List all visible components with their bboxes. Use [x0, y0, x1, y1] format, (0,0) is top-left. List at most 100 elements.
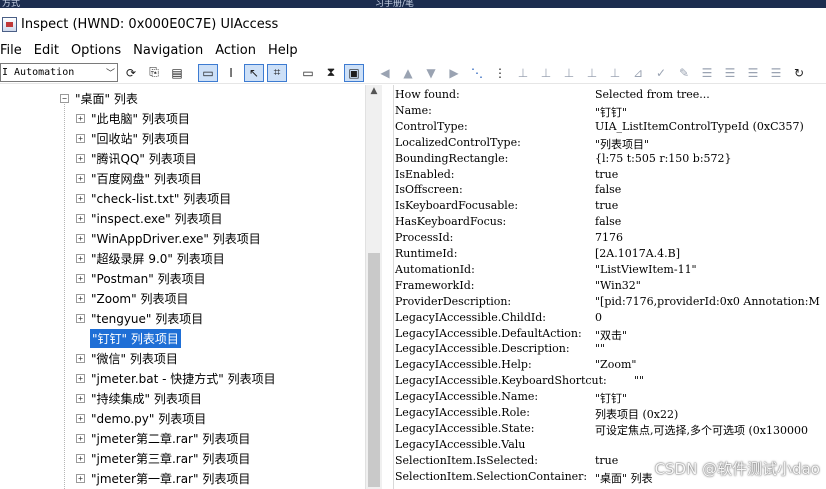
nav-back-icon[interactable]: ◀ [375, 64, 395, 82]
parent-icon[interactable]: ⊥ [513, 64, 533, 82]
vertical-dots-icon[interactable]: ⋮ [490, 64, 510, 82]
prev-sibling-icon[interactable]: ⊥ [582, 64, 602, 82]
nav-forward-icon[interactable]: ▶ [444, 64, 464, 82]
scroll-up-icon[interactable]: ▲ [366, 86, 382, 100]
pane-splitter[interactable] [382, 85, 394, 489]
property-row[interactable]: ProcessId: 7176 [394, 231, 826, 247]
property-row[interactable]: Name: "钉钉" [394, 104, 826, 120]
expand-icon[interactable]: + [76, 253, 85, 263]
property-row[interactable]: LegacyIAccessible.ChildId: 0 [394, 311, 826, 327]
tree-node-list-item[interactable]: + "jmeter第二章.rar" 列表项目 [76, 428, 252, 448]
expand-icon[interactable]: + [76, 313, 85, 323]
show-highlight-icon[interactable]: ⌗ [267, 63, 287, 82]
hourglass-icon[interactable]: ⧗ [321, 64, 341, 82]
tree-node-list-item[interactable]: + "tengyue" 列表项目 [76, 308, 205, 328]
tree-node-list-item[interactable]: + "回收站" 列表项目 [76, 128, 192, 148]
menu-options[interactable]: Options [65, 43, 127, 58]
title-bar[interactable]: Inspect (HWND: 0x000E0C7E) UIAccess [0, 8, 826, 40]
expand-icon[interactable]: + [76, 393, 85, 403]
property-row[interactable]: ControlType: UIA_ListItemControlTypeId (0… [394, 120, 826, 136]
pattern-icon[interactable]: ⊿ [628, 64, 648, 82]
next-sibling-icon[interactable]: ⊥ [559, 64, 579, 82]
properties-icon[interactable]: ▤ [167, 64, 187, 82]
scrollbar-thumb[interactable] [368, 253, 380, 487]
properties-panel[interactable]: How found: Selected from tree... Name: "钉钉"… [394, 88, 826, 489]
expand-icon[interactable]: + [76, 453, 85, 463]
watch-focus-icon[interactable]: ▭ [198, 63, 218, 82]
tree-node-list-item[interactable]: "钉钉" 列表项目 [89, 327, 182, 349]
expand-icon[interactable]: + [76, 373, 85, 383]
list-more-icon[interactable]: ☰ [743, 64, 763, 82]
tree-node-list-item[interactable]: + "微信" 列表项目 [76, 348, 180, 368]
property-row[interactable]: AutomationId: "ListViewItem-11" [394, 263, 826, 279]
property-row[interactable]: IsKeyboardFocusable: true [394, 199, 826, 215]
expand-icon[interactable]: + [76, 213, 85, 223]
expand-icon[interactable]: + [76, 233, 85, 243]
tree-node-list-item[interactable]: + "超级录屏 9.0" 列表项目 [76, 248, 227, 268]
text-cursor-icon[interactable]: Ι [221, 64, 241, 82]
tree-node-list-item[interactable]: + "此电脑" 列表项目 [76, 108, 192, 128]
menu-help[interactable]: Help [262, 43, 304, 58]
expand-icon[interactable]: + [76, 433, 85, 443]
tree-node-list-item[interactable]: + "check-list.txt" 列表项目 [76, 188, 233, 208]
caret-tracking-icon[interactable]: ▣ [344, 63, 364, 82]
property-row[interactable]: LegacyIAccessible.Description: "" [394, 342, 826, 358]
tree-view-icon[interactable]: ⋱ [467, 64, 487, 82]
property-row[interactable]: BoundingRectangle: {l:75 t:505 r:150 b:57… [394, 152, 826, 168]
property-row[interactable]: LegacyIAccessible.Role: 列表项目 (0x22) [394, 406, 826, 422]
property-row[interactable]: LegacyIAccessible.Help: "Zoom" [394, 358, 826, 374]
tree-node-list-item[interactable]: + "jmeter第三章.rar" 列表项目 [76, 448, 252, 468]
property-row[interactable]: How found: Selected from tree... [394, 88, 826, 104]
nav-up-icon[interactable]: ▲ [398, 64, 418, 82]
last-child-icon[interactable]: ⊥ [605, 64, 625, 82]
expand-icon[interactable]: + [76, 273, 85, 283]
menu-navigation[interactable]: Navigation [127, 43, 209, 58]
check-icon[interactable]: ✓ [651, 64, 671, 82]
tree-node-list-item[interactable]: + "inspect.exe" 列表项目 [76, 208, 224, 228]
property-row[interactable]: IsEnabled: true [394, 168, 826, 184]
menu-action[interactable]: Action [209, 43, 262, 58]
automation-mode-select[interactable]: I Automation ﹀ [0, 63, 118, 82]
nav-down-icon[interactable]: ▼ [421, 64, 441, 82]
tree-node-list-item[interactable]: + "Postman" 列表项目 [76, 268, 208, 288]
collapse-icon[interactable]: − [60, 93, 69, 103]
expand-icon[interactable]: + [76, 133, 85, 143]
property-row[interactable]: LegacyIAccessible.KeyboardShortcut: "" [394, 374, 826, 390]
property-row[interactable]: IsOffscreen: false [394, 183, 826, 199]
first-child-icon[interactable]: ⊥ [536, 64, 556, 82]
reload-icon[interactable]: ↻ [789, 64, 809, 82]
property-row[interactable]: FrameworkId: "Win32" [394, 279, 826, 295]
property-row[interactable]: LegacyIAccessible.State: 可设定焦点,可选择,多个可选项 … [394, 422, 826, 438]
list-alt-icon[interactable]: ☰ [720, 64, 740, 82]
tree-node-list-item[interactable]: + "WinAppDriver.exe" 列表项目 [76, 228, 263, 248]
tree-node-list-item[interactable]: + "百度网盘" 列表项目 [76, 168, 204, 188]
tree-node-list-item[interactable]: + "持续集成" 列表项目 [76, 388, 204, 408]
expand-icon[interactable]: + [76, 293, 85, 303]
property-row[interactable]: LegacyIAccessible.DefaultAction: "双击" [394, 327, 826, 343]
list-end-icon[interactable]: ☰ [766, 64, 786, 82]
copy-icon[interactable]: ⎘ [144, 64, 164, 82]
menu-file[interactable]: File [0, 43, 28, 58]
element-tree[interactable]: − "桌面" 列表 + "此电脑" 列表项目 + "回收站" 列表项目 + "腾讯QQ" … [0, 85, 365, 489]
property-row[interactable]: LegacyIAccessible.Valu [394, 438, 826, 454]
tree-node-list-item[interactable]: + "demo.py" 列表项目 [76, 408, 208, 428]
tree-node-list-item[interactable]: + "jmeter第一章.rar" 列表项目 [76, 468, 252, 488]
tree-node-list-item[interactable]: + "Zoom" 列表项目 [76, 288, 190, 308]
property-row[interactable]: LegacyIAccessible.Name: "钉钉" [394, 390, 826, 406]
property-row[interactable]: HasKeyboardFocus: false [394, 215, 826, 231]
expand-icon[interactable]: + [76, 353, 85, 363]
property-row[interactable]: ProviderDescription: "[pid:7176,providerI… [394, 295, 826, 311]
refresh-icon[interactable]: ⟳ [121, 64, 141, 82]
property-row[interactable]: LocalizedControlType: "列表项目" [394, 136, 826, 152]
property-row[interactable]: RuntimeId: [2A.1017A.4.B] [394, 247, 826, 263]
expand-icon[interactable]: + [76, 193, 85, 203]
menu-edit[interactable]: Edit [28, 43, 65, 58]
expand-icon[interactable]: + [76, 413, 85, 423]
expand-icon[interactable]: + [76, 113, 85, 123]
edit-icon[interactable]: ✎ [674, 64, 694, 82]
tree-node-desktop-list[interactable]: − "桌面" 列表 [60, 88, 140, 108]
tree-node-list-item[interactable]: + "jmeter.bat - 快捷方式" 列表项目 [76, 368, 278, 388]
tree-node-list-item[interactable]: + "腾讯QQ" 列表项目 [76, 148, 199, 168]
expand-icon[interactable]: + [76, 473, 85, 483]
expand-icon[interactable]: + [76, 153, 85, 163]
